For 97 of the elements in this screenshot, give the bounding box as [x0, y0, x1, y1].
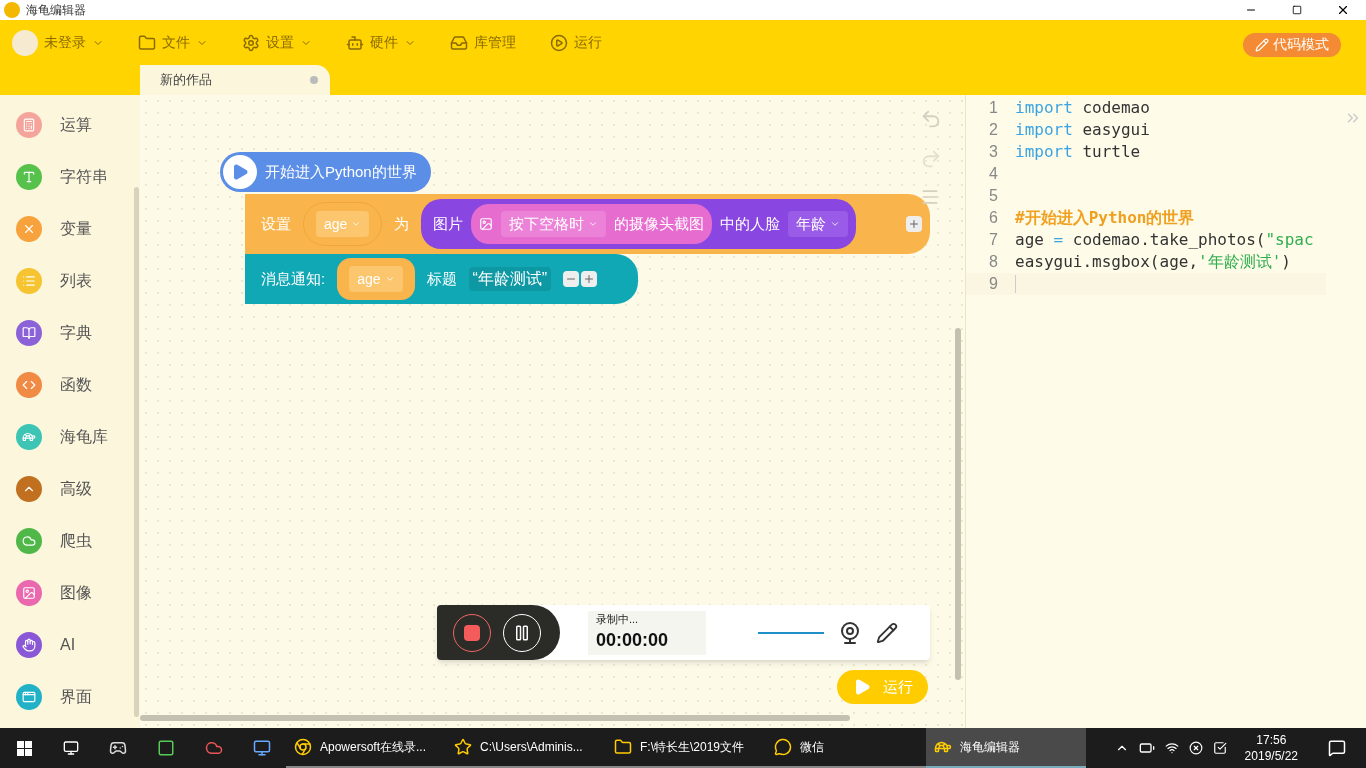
menu-icon — [920, 187, 940, 207]
clock-time: 17:56 — [1256, 732, 1287, 748]
scrollbar[interactable] — [955, 328, 961, 680]
webcam-icon — [838, 620, 862, 645]
hand-icon — [22, 638, 36, 652]
category-item[interactable]: 运算 — [0, 99, 140, 151]
line-number: 2 — [988, 120, 999, 140]
app-icon — [157, 739, 175, 757]
code-line: #开始进入Python的世界 — [1015, 207, 1195, 229]
app-icon — [205, 739, 223, 757]
line-number: 5 — [988, 186, 999, 206]
undo-icon — [920, 108, 942, 130]
code-icon — [22, 378, 36, 392]
block-label: 为 — [394, 213, 410, 234]
line-number: 7 — [988, 230, 999, 250]
line-number: 4 — [988, 164, 999, 184]
letter-icon — [22, 170, 36, 184]
block-label: 的摄像头截图 — [614, 213, 705, 234]
block-label: 图片 — [433, 213, 464, 234]
check-icon — [1212, 741, 1227, 755]
image-icon — [22, 586, 36, 600]
set-variable-block[interactable]: 设置 age 为 图片 按下空格时 的摄像头截图 中的人脸 年龄 — [245, 194, 930, 254]
line-number: 8 — [988, 252, 999, 272]
turtle-icon — [22, 430, 36, 444]
inbox-icon — [450, 33, 468, 52]
document-tab[interactable]: 新的作品 — [140, 65, 330, 95]
line-number: 6 — [988, 208, 999, 228]
menu-item[interactable]: 硬件 — [346, 32, 416, 53]
x-icon — [22, 222, 36, 236]
volume-bar[interactable] — [758, 631, 824, 634]
calculator-icon — [22, 118, 36, 132]
code-line: import turtle — [1015, 141, 1141, 163]
code-line: easygui.msgbox(age,'年龄测试') — [1015, 251, 1291, 273]
task-view-icon — [63, 740, 79, 756]
face-block[interactable]: 图片 按下空格时 的摄像头截图 中的人脸 年龄 — [421, 199, 857, 249]
gear-icon — [242, 33, 260, 52]
book-icon — [22, 326, 36, 340]
caret-icon — [588, 219, 599, 229]
window-icon — [22, 690, 36, 704]
menu-item[interactable]: 未登录 — [12, 29, 104, 56]
app-logo-icon — [4, 2, 20, 18]
caret-icon — [384, 274, 395, 284]
recording-status: 录制中... — [596, 611, 640, 627]
browser-icon — [294, 738, 312, 756]
menu-item[interactable]: 运行 — [550, 32, 602, 53]
line-number: 3 — [988, 142, 999, 162]
remove-icon[interactable] — [563, 271, 580, 287]
line-number: 1 — [988, 98, 999, 118]
taskbar-window[interactable]: C:\Users\Adminis... — [446, 728, 606, 768]
taskbar-window[interactable]: Apowersoft在线录... — [286, 728, 446, 768]
restore-icon — [1292, 5, 1302, 15]
menu-item[interactable]: 设置 — [242, 32, 312, 53]
folder-icon — [138, 33, 156, 52]
notification-icon — [1328, 739, 1346, 757]
list-icon — [22, 274, 36, 288]
avatar-icon — [12, 29, 38, 56]
block-label: 中的人脸 — [720, 213, 781, 234]
menu-item[interactable]: 库管理 — [450, 32, 516, 53]
add-icon[interactable] — [581, 271, 598, 287]
block-label: 消息通知: — [261, 268, 326, 289]
close-icon — [1336, 3, 1350, 17]
text-cursor — [1015, 275, 1016, 293]
pencil-icon — [1255, 37, 1269, 52]
pause-icon — [513, 623, 531, 642]
app-icon — [109, 739, 127, 757]
play-icon — [550, 33, 568, 52]
line-number: 9 — [988, 274, 999, 294]
taskbar-window[interactable]: F:\特长生\2019文件 — [606, 728, 766, 768]
taskbar-window[interactable]: 海龟编辑器 — [926, 728, 1086, 768]
menu-item[interactable]: 文件 — [138, 32, 208, 53]
block-label: 设置 — [261, 213, 291, 234]
battery-icon — [1138, 740, 1155, 756]
scrollbar[interactable] — [134, 187, 139, 717]
caret-icon — [830, 219, 841, 229]
x-icon — [1188, 741, 1203, 755]
robot-icon — [346, 33, 364, 52]
computer-icon — [253, 739, 271, 757]
folder-icon — [614, 738, 632, 756]
redo-icon — [920, 148, 942, 170]
pencil-icon — [876, 621, 898, 644]
window-title: 海龟编辑器 — [26, 2, 86, 19]
scrollbar[interactable] — [140, 715, 850, 721]
clock-date: 2019/5/22 — [1244, 748, 1298, 764]
image-icon — [479, 217, 494, 231]
block-label: 标题 — [426, 268, 457, 289]
add-icon[interactable] — [906, 216, 922, 232]
code-line: import codemao — [1015, 97, 1150, 119]
play-icon — [223, 155, 257, 189]
code-line: import easygui — [1015, 119, 1150, 141]
attribute-dropdown[interactable]: 年龄 — [788, 211, 849, 237]
star-icon — [454, 738, 472, 756]
wifi-icon — [1164, 741, 1179, 755]
code-line: age = codemao.take_photos("spac — [1015, 229, 1314, 251]
cloud-icon — [22, 534, 36, 548]
caret-icon — [351, 219, 362, 229]
recording-time: 00:00:00 — [596, 629, 670, 653]
chat-icon — [774, 738, 792, 756]
